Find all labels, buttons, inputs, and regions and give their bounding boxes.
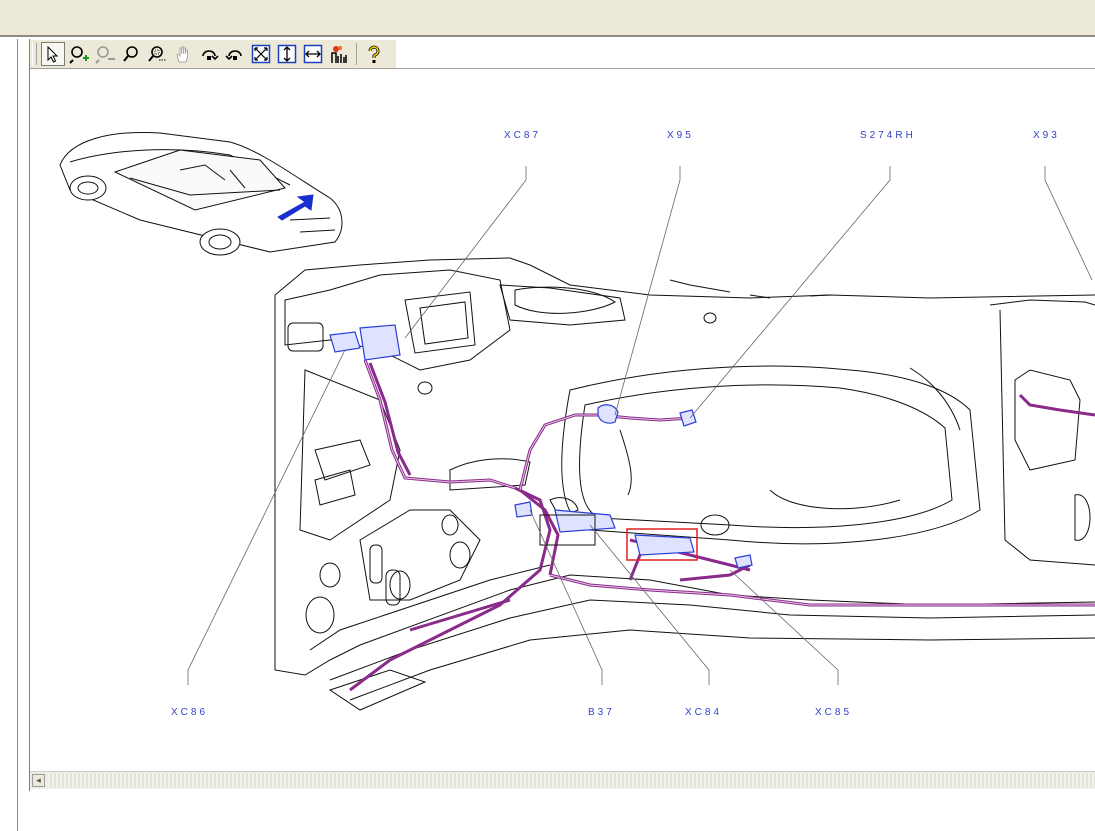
rotate-right-button[interactable] bbox=[197, 42, 221, 66]
fit-height-button[interactable] bbox=[275, 42, 299, 66]
fit-height-icon bbox=[277, 44, 297, 64]
help-icon bbox=[368, 45, 380, 63]
wiring-diagram: XC87 X95 S274RH X93 XC86 B37 XC84 XC85 bbox=[30, 70, 1095, 770]
help-button[interactable] bbox=[362, 42, 386, 66]
window-title-area bbox=[0, 0, 1095, 37]
zoom-out-button[interactable] bbox=[93, 42, 117, 66]
pan-button[interactable] bbox=[171, 42, 195, 66]
label-b37[interactable]: B37 bbox=[588, 707, 615, 718]
zoom-window-icon bbox=[148, 46, 166, 62]
label-x93[interactable]: X93 bbox=[1033, 130, 1060, 141]
fit-all-icon bbox=[251, 44, 271, 64]
connector-xc86[interactable] bbox=[329, 331, 361, 353]
connector-small[interactable] bbox=[734, 554, 753, 569]
zoom-out-icon bbox=[95, 46, 115, 64]
zoom-button[interactable] bbox=[119, 42, 143, 66]
fit-width-button[interactable] bbox=[301, 42, 325, 66]
rotate-left-icon bbox=[225, 50, 242, 61]
zoom-window-button[interactable] bbox=[145, 42, 169, 66]
arrow-pointer-icon bbox=[47, 45, 59, 63]
viewer-toolbar bbox=[30, 40, 396, 69]
label-xc85[interactable]: XC85 bbox=[815, 707, 852, 718]
left-panel-edge bbox=[0, 39, 18, 831]
connector-xc87[interactable] bbox=[359, 324, 401, 361]
hand-icon bbox=[176, 46, 188, 63]
label-xc84[interactable]: XC84 bbox=[685, 707, 722, 718]
scroll-left-arrow-icon[interactable]: ◂ bbox=[32, 774, 45, 787]
highlight-button[interactable] bbox=[327, 42, 351, 66]
label-xc87[interactable]: XC87 bbox=[504, 130, 541, 141]
label-x95[interactable]: X95 bbox=[667, 130, 694, 141]
horizontal-scrollbar[interactable]: ◂ bbox=[30, 771, 1095, 789]
label-s274rh[interactable]: S274RH bbox=[860, 130, 916, 141]
rotate-left-button[interactable] bbox=[223, 42, 247, 66]
fit-width-icon bbox=[303, 44, 323, 64]
zoom-in-button[interactable] bbox=[67, 42, 91, 66]
fit-all-button[interactable] bbox=[249, 42, 273, 66]
connector-b37[interactable] bbox=[514, 501, 533, 518]
zoom-in-icon bbox=[69, 46, 89, 64]
connector-xc85[interactable] bbox=[634, 534, 695, 556]
connectors bbox=[329, 324, 753, 569]
car-thumbnail bbox=[59, 132, 343, 256]
toolbar-grip[interactable] bbox=[32, 43, 37, 65]
harness-drawing bbox=[59, 132, 1095, 711]
harness-highlight bbox=[364, 359, 1095, 606]
magnifier-icon bbox=[123, 46, 138, 62]
select-pointer-button[interactable] bbox=[41, 42, 65, 66]
toolbar-empty-area bbox=[396, 40, 1095, 69]
label-xc86[interactable]: XC86 bbox=[171, 707, 208, 718]
highlight-icon bbox=[331, 46, 347, 63]
scrollbar-track[interactable] bbox=[48, 774, 1095, 787]
chassis-outline bbox=[274, 257, 1095, 711]
rotate-right-icon bbox=[202, 50, 219, 61]
connector-xc84[interactable] bbox=[554, 509, 616, 533]
toolbar-separator bbox=[356, 43, 357, 65]
connector-s274rh[interactable] bbox=[679, 409, 697, 427]
